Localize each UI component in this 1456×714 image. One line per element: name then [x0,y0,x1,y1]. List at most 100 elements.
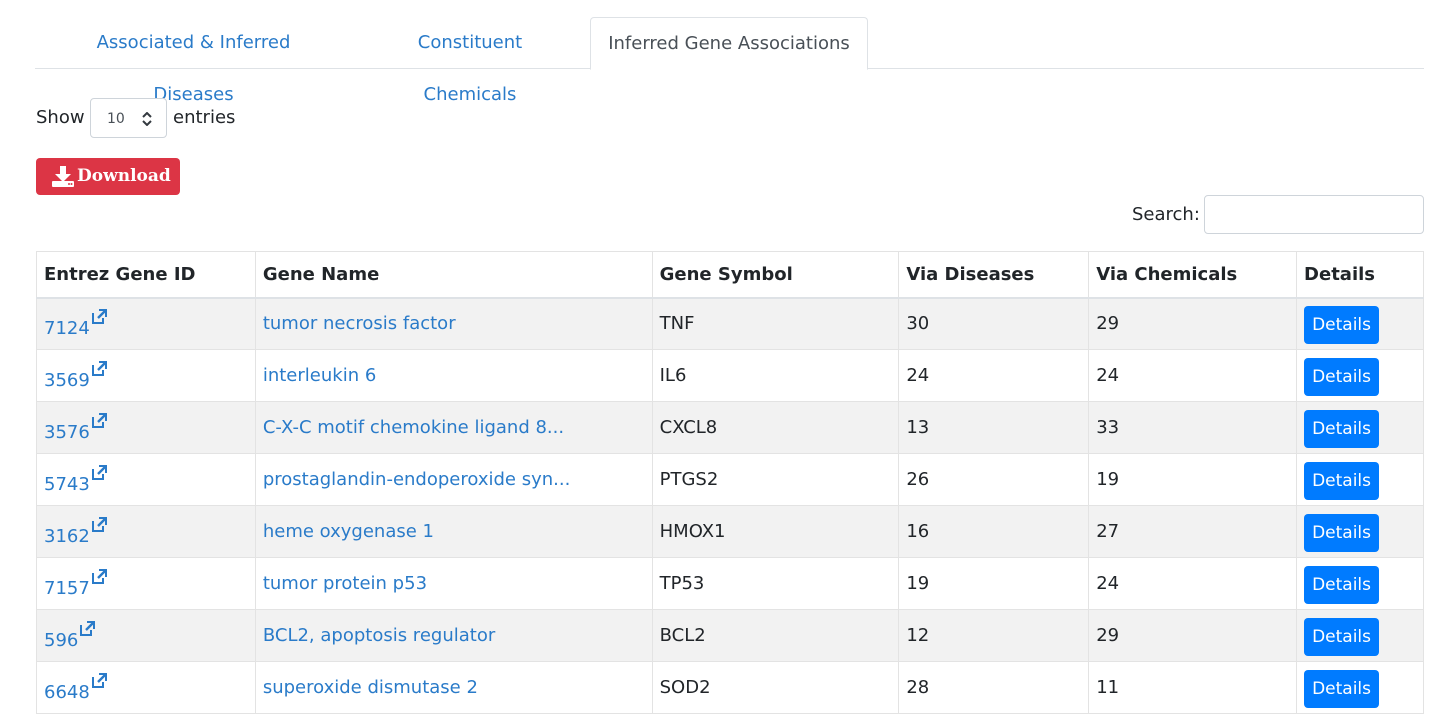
cell-gene-symbol: CXCL8 [651,401,900,454]
cell-via-diseases: 24 [898,349,1090,402]
entrez-gene-id-link[interactable]: 596 [44,630,78,651]
cell-entrez-gene-id: 7124 [36,297,256,350]
entrez-gene-id-link[interactable]: 6648 [44,682,90,703]
details-button[interactable]: Details [1304,410,1380,448]
details-button[interactable]: Details [1304,618,1380,656]
entries-label: entries [173,107,236,128]
cell-via-diseases: 16 [898,505,1090,558]
cell-via-diseases: 12 [898,609,1090,662]
cell-entrez-gene-id: 596 [36,609,256,662]
entrez-gene-id-link[interactable]: 7124 [44,318,90,339]
external-link-icon[interactable] [91,516,108,533]
cell-entrez-gene-id: 3576 [36,401,256,454]
cell-via-chemicals: 29 [1088,297,1298,350]
entrez-gene-id-link[interactable]: 7157 [44,578,90,599]
external-link-icon[interactable] [79,620,96,637]
cell-gene-name: prostaglandin-endoperoxide syn... [254,453,653,506]
cell-gene-symbol: SOD2 [651,661,900,714]
cell-entrez-gene-id: 3569 [36,349,256,402]
cell-entrez-gene-id: 3162 [36,505,256,558]
cell-gene-symbol: BCL2 [651,609,900,662]
cell-via-diseases: 30 [898,297,1090,350]
gene-name-link[interactable]: prostaglandin-endoperoxide syn... [263,469,570,490]
entries-select-value: 10 [107,111,125,127]
gene-name-link[interactable]: interleukin 6 [263,365,376,386]
header-via-chemicals[interactable]: Via Chemicals [1088,251,1298,299]
cell-gene-symbol: TNF [651,297,900,350]
cell-gene-name: tumor protein p53 [254,557,653,610]
table-header-row: Entrez Gene ID Gene Name Gene Symbol Via… [36,251,1424,299]
external-link-icon[interactable] [91,360,108,377]
details-button[interactable]: Details [1304,670,1380,708]
external-link-icon[interactable] [91,412,108,429]
table-row: 6648 superoxide dismutase 2 SOD2 28 11 Detail… [36,661,1424,714]
external-link-icon[interactable] [91,672,108,689]
entrez-gene-id-link[interactable]: 5743 [44,474,90,495]
entrez-gene-id-link[interactable]: 3569 [44,370,90,391]
details-button[interactable]: Details [1304,358,1380,396]
cell-details: Details [1296,661,1424,714]
header-gene-name[interactable]: Gene Name [254,251,653,299]
cell-details: Details [1296,557,1424,610]
table-row: 3569 interleukin 6 IL6 24 24 Details [36,349,1424,402]
cell-via-diseases: 28 [898,661,1090,714]
gene-name-link[interactable]: C-X-C motif chemokine ligand 8... [263,417,564,438]
cell-via-diseases: 26 [898,453,1090,506]
sort-arrows-icon [142,112,152,126]
tab-bar: Associated & Inferred Diseases Constitue… [35,17,1424,105]
gene-name-link[interactable]: tumor necrosis factor [263,313,456,334]
cell-details: Details [1296,505,1424,558]
details-button[interactable]: Details [1304,462,1380,500]
table-row: 3162 heme oxygenase 1 HMOX1 16 27 Details [36,505,1424,558]
external-link-icon[interactable] [91,568,108,585]
search-input[interactable] [1204,195,1424,234]
cell-via-chemicals: 33 [1088,401,1298,454]
external-link-icon[interactable] [91,308,108,325]
header-entrez-gene-id[interactable]: Entrez Gene ID [36,251,256,299]
cell-gene-name: superoxide dismutase 2 [254,661,653,714]
show-label: Show [36,107,85,128]
cell-gene-symbol: TP53 [651,557,900,610]
cell-via-chemicals: 24 [1088,557,1298,610]
tab-constituent-chemicals[interactable]: Constituent Chemicals [372,17,568,105]
gene-associations-table: Entrez Gene ID Gene Name Gene Symbol Via… [36,251,1424,714]
gene-name-link[interactable]: heme oxygenase 1 [263,521,434,542]
header-via-diseases[interactable]: Via Diseases [898,251,1090,299]
cell-gene-symbol: PTGS2 [651,453,900,506]
details-button[interactable]: Details [1304,566,1380,604]
cell-via-diseases: 13 [898,401,1090,454]
cell-gene-symbol: HMOX1 [651,505,900,558]
header-gene-symbol[interactable]: Gene Symbol [651,251,900,299]
download-label: Download [77,166,171,186]
gene-name-link[interactable]: tumor protein p53 [263,573,427,594]
download-button[interactable]: Download [36,158,180,195]
gene-name-link[interactable]: BCL2, apoptosis regulator [263,625,495,646]
entrez-gene-id-link[interactable]: 3576 [44,422,90,443]
tab-associated-inferred-diseases[interactable]: Associated & Inferred Diseases [57,17,330,105]
tab-inferred-gene-associations[interactable]: Inferred Gene Associations [590,17,868,70]
table-row: 596 BCL2, apoptosis regulator BCL2 12 29 Deta… [36,609,1424,662]
table-row: 7157 tumor protein p53 TP53 19 24 Details [36,557,1424,610]
cell-gene-name: C-X-C motif chemokine ligand 8... [254,401,653,454]
cell-entrez-gene-id: 6648 [36,661,256,714]
cell-via-diseases: 19 [898,557,1090,610]
cell-gene-symbol: IL6 [651,349,900,402]
download-icon [52,166,74,187]
table-row: 7124 tumor necrosis factor TNF 30 29 Details [36,297,1424,350]
cell-via-chemicals: 27 [1088,505,1298,558]
cell-gene-name: heme oxygenase 1 [254,505,653,558]
cell-via-chemicals: 24 [1088,349,1298,402]
entrez-gene-id-link[interactable]: 3162 [44,526,90,547]
gene-name-link[interactable]: superoxide dismutase 2 [263,677,478,698]
entries-select[interactable]: 10 [90,98,167,138]
details-button[interactable]: Details [1304,306,1380,345]
external-link-icon[interactable] [91,464,108,481]
cell-details: Details [1296,349,1424,402]
cell-via-chemicals: 19 [1088,453,1298,506]
search-label: Search: [1132,204,1200,225]
cell-gene-name: tumor necrosis factor [254,297,653,350]
details-button[interactable]: Details [1304,514,1380,552]
table-row: 3576 C-X-C motif chemokine ligand 8... CXC… [36,401,1424,454]
cell-entrez-gene-id: 7157 [36,557,256,610]
cell-via-chemicals: 29 [1088,609,1298,662]
